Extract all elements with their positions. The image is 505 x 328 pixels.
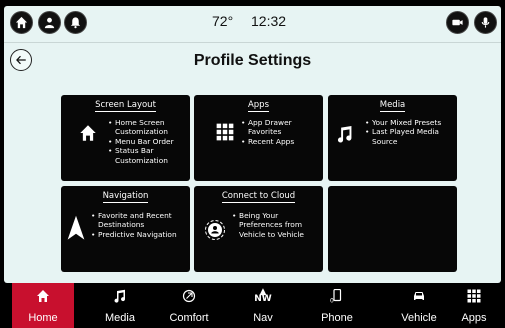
nav-phone[interactable]: 0 Phone (305, 283, 369, 328)
bottom-nav: Home Media Comfort ▲ NW Nav 0 Phone Vehi… (0, 283, 505, 328)
nav-home[interactable]: Home (12, 283, 74, 328)
climate-icon (182, 289, 196, 303)
profile-icon (44, 17, 55, 29)
profile-status-button[interactable] (38, 11, 61, 34)
compass-icon: ▲ NW (254, 287, 272, 304)
list-item: App Drawer Favorites (241, 118, 319, 137)
notification-bell-icon (70, 17, 81, 29)
list-item: Favorite and Recent Destinations (91, 211, 188, 230)
tile-connect-to-cloud[interactable]: Connect to Cloud Being Your Preferences … (194, 186, 323, 272)
list-item: Home Screen Customization (108, 118, 188, 137)
tile-apps[interactable]: Apps App Drawer Favorites Recent Apps (194, 95, 323, 181)
list-item: Predictive Navigation (91, 230, 188, 240)
camera-icon (452, 19, 463, 26)
home-icon (37, 290, 49, 302)
tile-screen-layout[interactable]: Screen Layout Home Screen Customization … (61, 95, 190, 181)
status-divider (4, 42, 501, 43)
nav-label: Apps (461, 312, 487, 324)
navigation-arrow-icon (67, 215, 85, 240)
music-note-icon (114, 289, 126, 303)
car-icon (414, 292, 424, 300)
phone-icon: 0 (330, 289, 342, 304)
tile-title: Apps (247, 100, 270, 112)
list-item: Last Played Media Source (365, 127, 455, 146)
tile-title: Screen Layout (95, 100, 156, 112)
nav-label: Nav (253, 312, 273, 324)
nav-media[interactable]: Media (88, 283, 152, 328)
nav-comfort[interactable]: Comfort (157, 283, 221, 328)
tile-navigation[interactable]: Navigation Favorite and Recent Destinati… (61, 186, 190, 272)
nav-apps[interactable]: Apps (449, 283, 499, 328)
tile-title: Navigation (102, 191, 149, 203)
clock: 12:32 (251, 13, 287, 29)
nav-label: Comfort (169, 312, 209, 324)
temperature-readout: 72° (212, 13, 234, 29)
voice-command-button[interactable] (474, 11, 497, 34)
camera-status-button[interactable] (446, 11, 469, 34)
app-grid-icon (467, 289, 481, 303)
nav-label: Media (105, 312, 135, 324)
list-item: Your Mixed Presets (365, 118, 455, 128)
nav-nav[interactable]: ▲ NW Nav (231, 283, 295, 328)
list-item: Status Bar Customization (108, 146, 188, 165)
notifications-status-button[interactable] (64, 11, 87, 34)
home-status-button[interactable] (10, 11, 33, 34)
svg-text:0: 0 (330, 298, 334, 304)
tile-title: Media (379, 100, 406, 112)
app-grid-icon (216, 123, 234, 141)
home-icon (15, 16, 28, 29)
page-title: Profile Settings (193, 52, 312, 69)
list-item: Recent Apps (241, 137, 319, 147)
nav-label: Vehicle (401, 312, 437, 324)
list-item: Being Your Preferences from Vehicle to V… (232, 211, 320, 239)
cloud-profile-icon (205, 220, 225, 240)
microphone-icon (481, 17, 490, 28)
music-note-icon (337, 126, 352, 143)
tile-empty (328, 186, 457, 272)
tile-media[interactable]: Media Your Mixed Presets Last Played Med… (328, 95, 457, 181)
list-item: Menu Bar Order (108, 137, 188, 147)
tile-title: Connect to Cloud (221, 191, 296, 203)
nav-label: Home (28, 312, 58, 324)
nav-label: Phone (321, 312, 353, 324)
home-icon (80, 125, 96, 141)
nav-vehicle[interactable]: Vehicle (385, 283, 453, 328)
